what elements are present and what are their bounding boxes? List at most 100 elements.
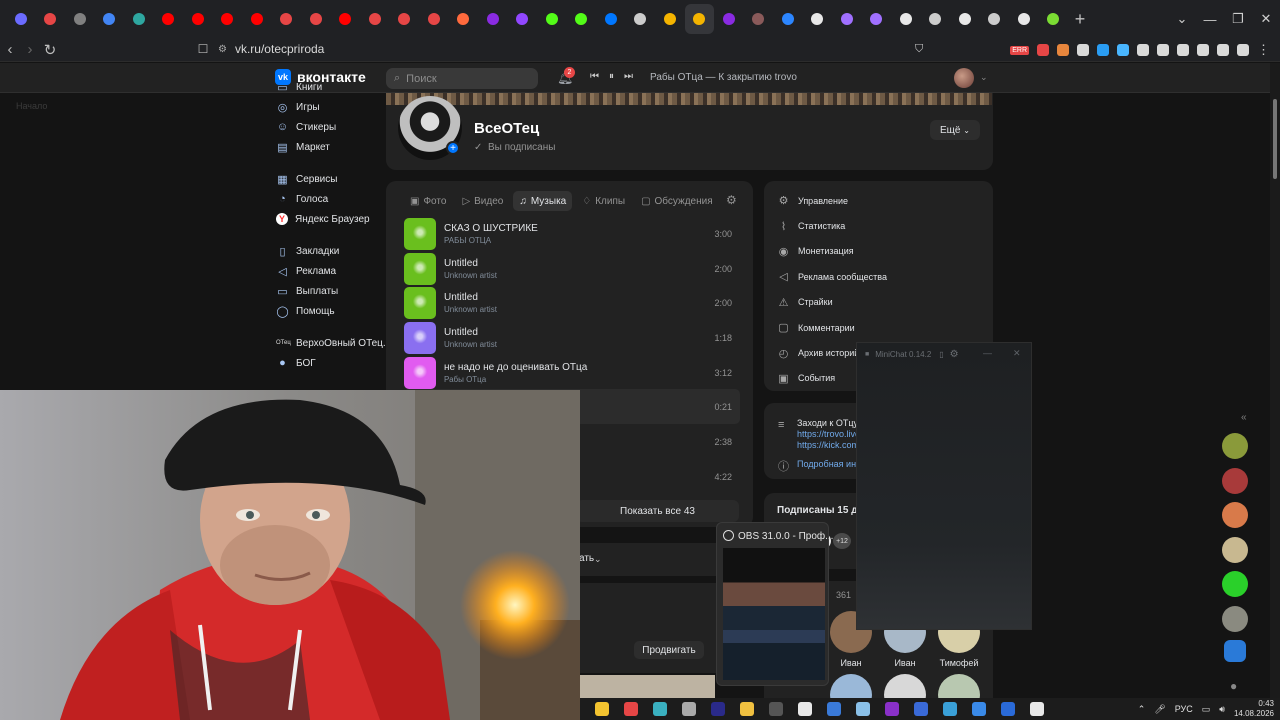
promote-button[interactable]: Продвигать [634,641,704,659]
browser-tab[interactable] [154,4,183,34]
shield-extension-icon[interactable]: ⛉ [915,43,923,56]
extension-icon[interactable] [1237,44,1249,56]
browser-tab[interactable] [449,4,478,34]
taskbar-app-icon[interactable] [624,702,638,716]
chevron-down-icon[interactable]: ⌄ [980,72,988,83]
sidebar-item[interactable]: ● БОГ [276,353,380,373]
admin-menu-item[interactable]: ⌇ Статистика [777,213,887,238]
tab-4[interactable]: ▢ Обсуждения [635,191,719,211]
obs-taskbar-preview[interactable]: OBS 31.0.0 - Проф... [716,522,833,686]
extension-icon[interactable] [1137,44,1149,56]
taskbar-app-icon[interactable] [914,702,928,716]
browser-tab[interactable] [390,4,419,34]
extension-icon[interactable] [1077,44,1089,56]
song-cover[interactable] [404,218,436,250]
song-row[interactable]: Untitled Unknown artist 1:18 [404,320,740,355]
chat-avatar[interactable] [1222,605,1248,632]
previous-track-icon[interactable]: ⏮ [590,71,599,82]
chat-bubble-icon[interactable]: ● [1230,679,1237,693]
song-cover[interactable] [404,356,436,389]
song-artist[interactable]: Рабы ОТца [444,375,486,384]
address-bar[interactable]: ☐ ⚙ vk.ru/otecpriroda [188,39,908,59]
browser-tab[interactable] [242,4,271,34]
browser-tab[interactable] [272,4,301,34]
song-row[interactable]: СКАЗ О ШУСТРИКЕ РАБЫ ОТЦА 3:00 [404,216,740,251]
kick-link[interactable]: https://kick.com [797,440,859,450]
extension-icon[interactable] [1057,44,1069,56]
song-artist[interactable]: Unknown artist [444,305,497,314]
taskbar-app-icon[interactable] [1030,702,1044,716]
sidebar-item[interactable]: ОТец ВерхоОвный ОТец... [276,333,391,353]
scrollbar-thumb[interactable] [1273,99,1277,179]
browser-tab[interactable] [714,4,743,34]
browser-tab[interactable] [6,4,35,34]
browser-tab[interactable] [626,4,655,34]
chat-avatar[interactable] [1222,502,1248,528]
browser-tab[interactable] [36,4,65,34]
more-button[interactable]: Ещё ⌄ [930,120,980,140]
browser-tab[interactable] [537,4,566,34]
site-info-icon[interactable]: ⚙ [218,44,227,55]
sidebar-item[interactable]: ▯ Закладки [276,241,380,261]
volume-icon[interactable]: 🔊︎ [1219,704,1225,715]
browser-tab[interactable] [419,4,448,34]
tab-2[interactable]: ♫ Музыка [513,191,573,211]
chat-avatar[interactable] [1222,536,1248,563]
admin-menu-item[interactable]: ◁ Реклама сообщества [777,264,887,289]
song-row[interactable]: Untitled Unknown artist 2:00 [404,251,740,286]
close-window-button[interactable]: ✕ [1252,11,1280,27]
browser-tab[interactable] [213,4,242,34]
admin-menu-item[interactable]: ▢ Комментарии [777,315,887,340]
taskbar-app-icon[interactable] [682,702,696,716]
browser-tab[interactable] [95,4,124,34]
taskbar-app-icon[interactable] [769,702,783,716]
chat-avatar[interactable] [1224,640,1246,662]
browser-tab[interactable] [567,4,596,34]
browser-tab[interactable] [478,4,507,34]
browser-tab[interactable] [655,4,684,34]
more-friends-count[interactable]: +12 [831,531,853,551]
sidebar-item[interactable]: ◎ Игры [276,97,380,117]
taskbar-app-icon[interactable] [798,702,812,716]
song-artist[interactable]: Unknown artist [444,271,497,280]
browser-tab[interactable] [508,4,537,34]
browser-tab[interactable] [596,4,625,34]
browser-tab[interactable] [980,4,1009,34]
song-artist[interactable]: РАБЫ ОТЦА [444,236,491,245]
plus-icon[interactable]: + [446,141,460,155]
extension-icon[interactable] [1117,44,1129,56]
browser-tab[interactable] [891,4,920,34]
chat-avatar[interactable] [1222,433,1248,459]
document-icon[interactable]: ▯ [939,350,943,359]
browser-tab[interactable] [773,4,802,34]
sidebar-item[interactable]: ▤ Маркет [276,137,380,157]
subscription-status[interactable]: ✓ Вы подписаны [474,142,555,153]
extension-icon[interactable] [1197,44,1209,56]
show-all-button[interactable]: Показать все 43 [576,500,739,522]
network-icon[interactable]: ▭ [1202,704,1211,715]
taskbar-app-icon[interactable] [885,702,899,716]
now-playing-text[interactable]: Рабы ОТцa — К закрытию trovo [650,72,797,83]
browser-tab[interactable] [1009,4,1038,34]
browser-tab[interactable] [1039,4,1068,34]
browser-tab[interactable] [301,4,330,34]
browser-tab[interactable] [950,4,979,34]
new-tab-button[interactable]: + [1068,9,1092,30]
collapse-icon[interactable]: « [1241,412,1247,423]
taskbar-app-icon[interactable] [856,702,870,716]
settings-gear-icon[interactable]: ⚙ [726,193,737,207]
chat-avatar[interactable] [1222,467,1248,494]
extension-icon[interactable] [1217,44,1229,56]
browser-tab[interactable] [124,4,153,34]
clock[interactable]: 0:43 14.08.2026 [1234,699,1274,719]
tray-chevron-icon[interactable]: ⌃ [1138,704,1146,715]
browser-tab[interactable] [360,4,389,34]
sidebar-item[interactable]: ◁ Реклама [276,261,380,281]
taskbar-app-icon[interactable] [943,702,957,716]
tab-3[interactable]: ♢ Клипы [576,191,631,211]
browser-tab[interactable] [183,4,212,34]
extension-icon[interactable] [1177,44,1189,56]
song-cover[interactable] [404,252,436,285]
song-cover[interactable] [404,322,436,355]
sidebar-item[interactable]: ▭ Выплаты [276,281,380,301]
